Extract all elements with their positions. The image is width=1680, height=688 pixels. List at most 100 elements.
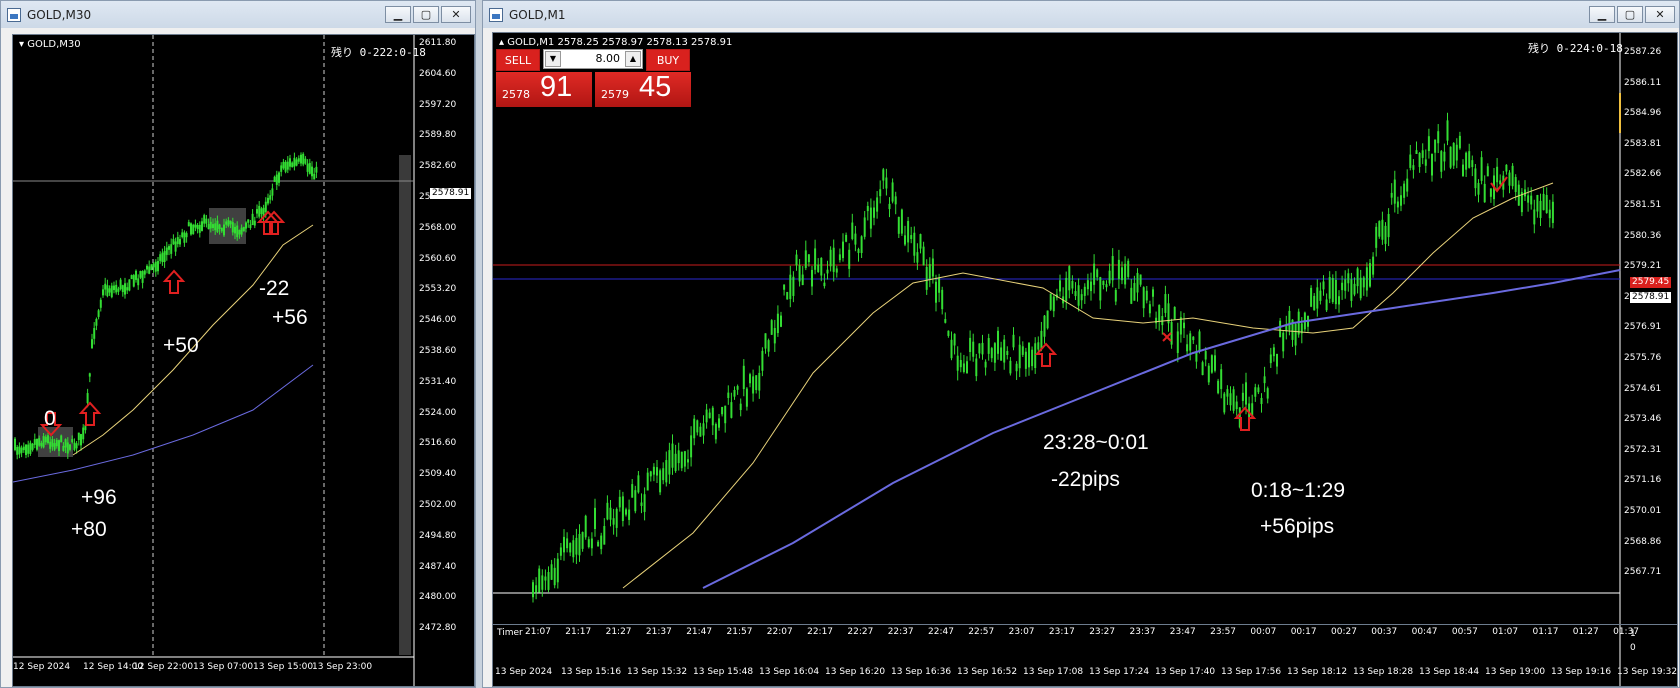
candle-body [148, 266, 151, 274]
candle-body [1505, 164, 1508, 172]
candle-body [77, 432, 80, 441]
candle-body [1130, 287, 1133, 304]
candle-body [550, 564, 553, 580]
candle-body [1071, 280, 1074, 289]
candle-body [1003, 339, 1006, 363]
candle-body [1483, 183, 1486, 203]
candle-body [29, 442, 32, 454]
candle-body [882, 169, 885, 181]
candle-body [80, 434, 82, 446]
right-x-tick: 13 Sep 15:16 [561, 667, 622, 677]
candle-body [1396, 201, 1399, 208]
candle-body [649, 471, 652, 477]
right-price-chart[interactable]: ▴ GOLD,M1 2578.25 2578.97 2578.13 2578.9… [492, 32, 1678, 687]
note-minus-22pips: -22pips [1051, 468, 1120, 491]
candle-body [1263, 376, 1266, 384]
right-y-tick: 2575.76 [1624, 353, 1662, 363]
timer-tick: 22:17 [807, 627, 834, 637]
candle-body [18, 446, 21, 455]
candle-body [1272, 347, 1275, 357]
candle-body [1214, 355, 1216, 371]
candle-body [590, 538, 593, 549]
candle-body [1269, 354, 1272, 364]
candle-body [931, 258, 934, 277]
candle-body [1527, 195, 1530, 203]
candle-body [1145, 290, 1148, 301]
candle-body [278, 172, 280, 183]
right-y-tick: 2567.71 [1624, 567, 1662, 578]
candle-body [894, 196, 897, 205]
candle-body [547, 571, 550, 590]
candle-body [696, 420, 699, 433]
buy-price[interactable]: 2579 45 [595, 71, 691, 107]
close-button[interactable]: ✕ [441, 6, 471, 23]
note-plus-56: +56 [272, 306, 308, 329]
candle-body [1443, 151, 1446, 162]
candle-body [807, 254, 810, 263]
candle-body [1539, 200, 1542, 218]
sell-price[interactable]: 2578 91 [496, 71, 592, 107]
left-x-tick: 12 Sep 2024 [13, 662, 71, 672]
candle-body [535, 585, 538, 593]
timer-tick: 23:17 [1048, 627, 1075, 637]
lot-increase-button[interactable]: ▲ [625, 51, 641, 67]
right-x-tick: 13 Sep 18:12 [1287, 667, 1348, 677]
maximize-button[interactable]: ▢ [413, 6, 439, 23]
candle-body [584, 515, 587, 538]
timer-tick: 22:07 [766, 627, 793, 637]
candle-body [280, 165, 283, 172]
candle-body [581, 532, 584, 549]
candle-body [625, 509, 627, 515]
candle-body [823, 282, 826, 287]
left-window-title: GOLD,M30 [27, 7, 92, 22]
candle-body [1034, 343, 1037, 369]
candle-body [106, 285, 109, 297]
candle-body [1040, 330, 1043, 349]
candle-body [82, 427, 85, 440]
candle-body [699, 426, 702, 437]
maximize-button[interactable]: ▢ [1617, 6, 1643, 23]
candle-body [742, 365, 745, 390]
candle-body [275, 174, 278, 185]
candle-body [767, 340, 770, 352]
candle-body [749, 374, 751, 384]
candle-body [842, 241, 844, 259]
candle-body [313, 173, 316, 180]
candle-body [578, 534, 581, 556]
candle-body [1462, 164, 1464, 177]
candle-body [907, 221, 910, 243]
candle-body [1229, 393, 1232, 406]
candle-body [854, 233, 857, 245]
lot-decrease-button[interactable]: ▼ [545, 51, 561, 67]
candle-body [1465, 152, 1468, 170]
candle-body [838, 254, 841, 261]
minimize-button[interactable]: ▁ [385, 6, 411, 23]
timer-tick: 23:47 [1169, 627, 1196, 637]
timer-tick: 22:47 [928, 627, 954, 637]
left-titlebar[interactable]: GOLD,M30 ▁ ▢ ✕ [1, 1, 475, 28]
candle-body [306, 163, 309, 172]
candle-body [130, 275, 133, 280]
left-y-tick: 2516.60 [419, 438, 457, 449]
candle-body [1365, 267, 1368, 291]
left-price-chart[interactable]: ▾ GOLD,M30 残り 0-222:0-18 2611.80 2604.60 2… [12, 34, 475, 687]
close-button[interactable]: ✕ [1645, 6, 1675, 23]
candle-body [1359, 277, 1362, 299]
timer-tick: 23:27 [1089, 627, 1116, 637]
candle-body [176, 237, 179, 245]
candle-body [234, 226, 236, 234]
candle-body [711, 407, 714, 426]
candle-body [1028, 342, 1030, 368]
candle-body [126, 287, 129, 291]
candle-body [209, 221, 212, 229]
candle-body [289, 158, 291, 167]
candle-body [1179, 317, 1182, 335]
candle-body [1037, 342, 1040, 350]
candle-body [1331, 277, 1334, 303]
candle-body [866, 205, 869, 212]
sell-button[interactable]: SELL [496, 49, 540, 71]
left-y-tick: 2553.20 [419, 284, 457, 295]
minimize-button[interactable]: ▁ [1589, 6, 1615, 23]
buy-button[interactable]: BUY [646, 49, 690, 71]
candle-body [1031, 349, 1034, 367]
